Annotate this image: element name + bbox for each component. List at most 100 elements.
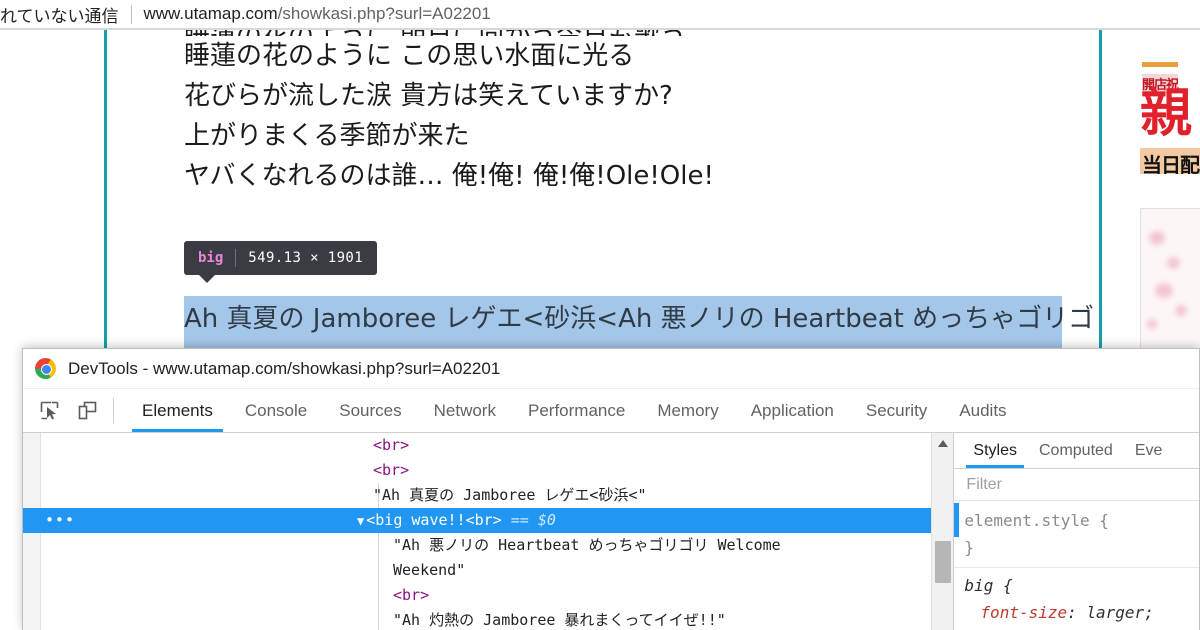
url-path: /showkasi.php?surl=A02201 (277, 4, 491, 23)
tab-label: Computed (1039, 441, 1113, 459)
tab-console[interactable]: Console (229, 389, 323, 432)
tab-label: Audits (959, 400, 1007, 420)
lyric-line: 花びらが流した涙 貴方は笑えていますか? (184, 81, 673, 111)
url-host: www.utamap.com (143, 4, 278, 23)
tab-styles[interactable]: Styles (962, 433, 1028, 468)
dom-node-text: <br> (373, 436, 410, 454)
blossom-decor-icon (1175, 305, 1187, 316)
tab-label: Styles (973, 441, 1017, 459)
screenshot-root: れていない通信 www.utamap.com/showkasi.php?surl… (0, 0, 1200, 630)
inspect-element-icon[interactable] (33, 396, 65, 426)
tab-performance[interactable]: Performance (512, 389, 641, 432)
dom-tree-panel[interactable]: <br> <br> "Ah 真夏の Jamboree レゲエ<砂浜<" ••• … (23, 433, 954, 630)
dom-node-text: Weekend" (393, 561, 466, 579)
dom-tree-scrollbar[interactable] (931, 433, 954, 630)
style-rule-close: } (964, 538, 975, 557)
scrollbar-thumb[interactable] (935, 541, 952, 583)
tab-computed[interactable]: Computed (1028, 433, 1124, 468)
scroll-up-arrow-icon[interactable] (932, 433, 953, 453)
styles-filter-placeholder: Filter (966, 475, 1002, 493)
style-colon: : (1067, 603, 1087, 622)
dom-node-text: <big wave!!<br> (366, 511, 502, 529)
tab-sources[interactable]: Sources (323, 389, 417, 432)
tab-label: Security (865, 400, 928, 420)
device-toolbar-icon[interactable] (71, 396, 103, 426)
dom-row[interactable]: "Ah 真夏の Jamboree レゲエ<砂浜<" (23, 483, 953, 508)
tab-audits[interactable]: Audits (943, 389, 1022, 432)
dom-node-text: "Ah 悪ノリの Heartbeat めっちゃゴリゴリ Welcome (393, 536, 781, 554)
ad-accent-bar (1142, 62, 1178, 67)
inspector-tooltip-divider (235, 248, 237, 267)
tab-label: Performance (527, 400, 626, 420)
tab-label: Elements (142, 400, 213, 420)
tab-event-listeners[interactable]: Eve (1124, 433, 1174, 468)
connection-security-label: れていない通信 (0, 6, 119, 26)
devtools-tab-strip: Elements Console Sources Network Perform… (126, 389, 1023, 432)
tab-label: Application (750, 400, 834, 420)
inspector-tooltip: big 549.13 × 1901 (184, 241, 378, 283)
toolbar-divider (113, 398, 114, 423)
dom-row[interactable]: "Ah 灼熱の Jamboree 暴れまくってイイぜ!!" (23, 608, 953, 630)
tab-label: Network (433, 400, 496, 420)
lyric-line: 上がりまくる季節が来た (184, 121, 470, 151)
styles-panel-resize-handle[interactable] (954, 503, 960, 537)
dom-row-badge[interactable]: ••• (45, 508, 75, 533)
tab-memory[interactable]: Memory (641, 389, 734, 432)
tab-network[interactable]: Network (418, 389, 512, 432)
devtools-titlebar[interactable]: DevTools - www.utamap.com/showkasi.php?s… (23, 349, 1199, 389)
highlighted-element[interactable]: Ah 真夏の Jamboree レゲエ<砂浜<Ah 悪ノリの Heartbeat… (184, 296, 1095, 354)
tab-label: Memory (657, 400, 719, 420)
lyric-line: ヤバくなれるのは誰… 俺!俺! 俺!俺!Ole!Ole! (184, 161, 714, 191)
style-rule-element[interactable]: element.style { } (964, 507, 1199, 561)
dom-row[interactable]: <br> (23, 433, 953, 458)
dom-node-text: "Ah 灼熱の Jamboree 暴れまくってイイぜ!!" (393, 611, 726, 629)
blossom-decor-icon (1167, 257, 1180, 269)
dom-row[interactable]: <br> (23, 583, 953, 608)
styles-rules-list: element.style { } big { font-size: large… (954, 501, 1199, 626)
tab-label: Console (244, 400, 308, 420)
tab-application[interactable]: Application (735, 389, 850, 432)
devtools-window: DevTools - www.utamap.com/showkasi.php?s… (22, 348, 1200, 630)
blossom-decor-icon (1155, 283, 1173, 298)
style-property-value: larger; (1086, 603, 1154, 622)
tab-security[interactable]: Security (850, 389, 943, 432)
dom-row[interactable]: "Ah 悪ノリの Heartbeat めっちゃゴリゴリ Welcome (23, 533, 953, 558)
browser-url-bar[interactable]: れていない通信 www.utamap.com/showkasi.php?surl… (0, 0, 1200, 28)
dom-row[interactable]: Weekend" (23, 558, 953, 583)
dom-row-selected[interactable]: ••• ▼ <big wave!!<br> == $0 (23, 508, 954, 533)
style-rule-selector: big { (964, 576, 1013, 595)
blossom-decor-icon (1147, 319, 1157, 329)
tab-label: Sources (339, 400, 402, 420)
ad-top-headline: 親 (1140, 84, 1193, 144)
style-rule-big[interactable]: big { font-size: larger; (964, 572, 1199, 626)
ad-top-line3: 当日配 (1140, 148, 1200, 174)
blossom-decor-icon (1149, 231, 1165, 245)
style-declaration[interactable]: font-size: larger; (964, 599, 1199, 626)
web-page-content: 睡蓮の花のように 朝日に向かう今日も歌う 睡蓮の花のように この思い水面に光る … (0, 30, 1200, 354)
style-property-name: font-size (980, 603, 1068, 622)
styles-filter-input[interactable]: Filter (954, 469, 1199, 501)
expand-arrow-icon[interactable]: ▼ (357, 514, 364, 528)
styles-tab-strip: Styles Computed Eve (954, 433, 1199, 469)
urlbar-divider (130, 4, 132, 24)
styles-panel: Styles Computed Eve Filter element.style… (953, 433, 1199, 630)
ad-banner-top[interactable]: 開店祝 親 当日配 (1140, 62, 1200, 174)
ad-banner-bottom[interactable] (1140, 208, 1200, 354)
devtools-window-title: DevTools - www.utamap.com/showkasi.php?s… (68, 358, 501, 378)
url-text[interactable]: www.utamap.com/showkasi.php?surl=A02201 (144, 4, 491, 24)
inspector-tooltip-dimensions: 549.13 × 1901 (248, 249, 364, 266)
highlighted-line: Ah 真夏の Jamboree レゲエ<砂浜<Ah 悪ノリの Heartbeat… (184, 304, 1095, 334)
dom-node-gap (502, 511, 511, 529)
devtools-tool-icons (33, 389, 103, 432)
tab-elements[interactable]: Elements (126, 389, 229, 432)
lyrics-block: 睡蓮の花のように 朝日に向かう今日も歌う 睡蓮の花のように この思い水面に光る … (184, 30, 1084, 196)
tab-label: Eve (1134, 441, 1163, 459)
lyric-line: 睡蓮の花のように この思い水面に光る (184, 41, 635, 71)
chrome-logo-icon (35, 358, 56, 379)
style-rule-selector: element.style { (964, 511, 1109, 530)
page-left-rule (104, 30, 107, 354)
devtools-body: <br> <br> "Ah 真夏の Jamboree レゲエ<砂浜<" ••• … (23, 433, 1199, 630)
dom-node-suffix: == $0 (510, 511, 556, 529)
dom-row[interactable]: <br> (23, 458, 953, 483)
page-right-rule (1099, 30, 1102, 354)
